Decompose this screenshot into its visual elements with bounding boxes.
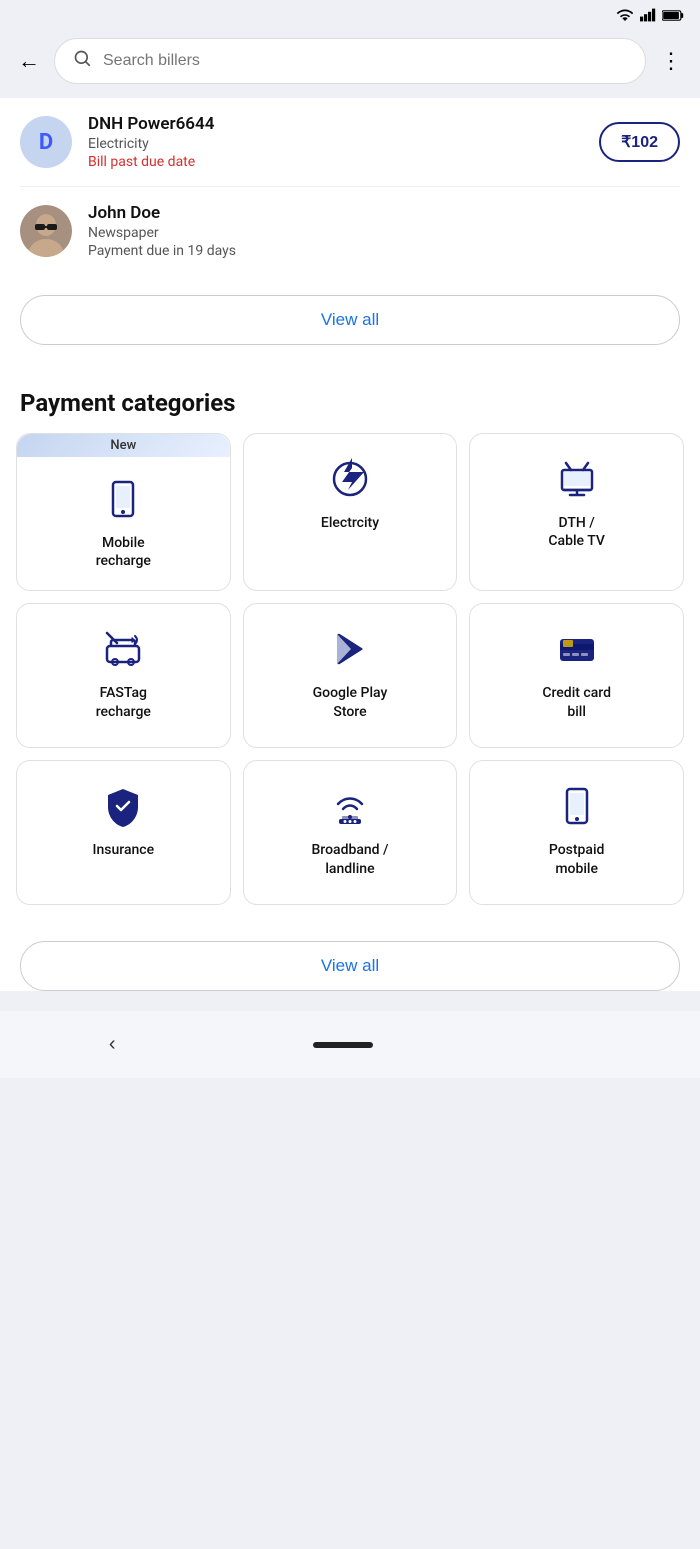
category-card-postpaid[interactable]: Postpaidmobile <box>469 760 684 905</box>
credit-card-icon <box>556 628 598 674</box>
view-all-categories-button[interactable]: View all <box>20 941 680 991</box>
biller-status-dnhpower: Bill past due date <box>88 154 583 170</box>
mobile-recharge-label: Mobilerecharge <box>96 534 151 570</box>
biller-info-dnhpower: DNH Power6644 Electricity Bill past due … <box>88 114 583 170</box>
section-title-categories: Payment categories <box>0 365 700 433</box>
credit-card-label: Credit cardbill <box>542 684 611 720</box>
dth-label: DTH /Cable TV <box>548 514 604 550</box>
broadband-label: Broadband /landline <box>311 841 388 877</box>
category-card-fastag[interactable]: FASTagrecharge <box>16 603 231 748</box>
avatar-dnhpower: D <box>20 116 72 168</box>
category-card-mobile-recharge[interactable]: New Mobilerecharge <box>16 433 231 591</box>
nav-home-pill[interactable] <box>313 1042 373 1048</box>
biller-type-dnhpower: Electricity <box>88 136 583 152</box>
search-icon <box>73 49 93 73</box>
category-card-dth[interactable]: DTH /Cable TV <box>469 433 684 591</box>
biller-status-johndoe: Payment due in 19 days <box>88 243 680 259</box>
new-badge: New <box>17 434 230 457</box>
category-card-google-play[interactable]: Google PlayStore <box>243 603 458 748</box>
biller-name-johndoe: John Doe <box>88 203 680 223</box>
fastag-icon <box>102 628 144 674</box>
biller-item-dnhpower[interactable]: D DNH Power6644 Electricity Bill past du… <box>0 98 700 186</box>
postpaid-icon <box>556 785 598 831</box>
status-bar <box>0 0 700 30</box>
electricity-label: Electrcity <box>321 514 379 532</box>
biller-info-johndoe: John Doe Newspaper Payment due in 19 day… <box>88 203 680 259</box>
signal-icon <box>640 8 656 26</box>
nav-back-button[interactable]: ‹ <box>89 1025 136 1064</box>
header: ← ⋮ <box>0 30 700 98</box>
category-card-insurance[interactable]: Insurance <box>16 760 231 905</box>
postpaid-label: Postpaidmobile <box>549 841 605 877</box>
category-card-broadband[interactable]: Broadband /landline <box>243 760 458 905</box>
google-play-label: Google PlayStore <box>313 684 388 720</box>
back-button[interactable]: ← <box>14 44 44 78</box>
main-content: D DNH Power6644 Electricity Bill past du… <box>0 98 700 991</box>
view-all-billers-button[interactable]: View all <box>20 295 680 345</box>
electricity-icon <box>329 458 371 504</box>
fastag-label: FASTagrecharge <box>96 684 151 720</box>
category-card-electricity[interactable]: Electrcity <box>243 433 458 591</box>
dth-icon <box>556 458 598 504</box>
category-card-credit-card[interactable]: Credit cardbill <box>469 603 684 748</box>
pay-button-dnhpower[interactable]: ₹102 <box>599 122 680 162</box>
google-play-icon <box>329 628 371 674</box>
biller-item-johndoe[interactable]: John Doe Newspaper Payment due in 19 day… <box>0 187 700 275</box>
insurance-icon <box>102 785 144 831</box>
insurance-label: Insurance <box>93 841 155 859</box>
bottom-nav: ‹ <box>0 1011 700 1078</box>
more-options-button[interactable]: ⋮ <box>656 44 686 78</box>
search-bar[interactable] <box>54 38 646 84</box>
categories-grid: New Mobilerecharge Electrcity <box>0 433 700 921</box>
broadband-icon <box>329 785 371 831</box>
mobile-recharge-icon <box>102 478 144 524</box>
wifi-icon <box>616 8 634 26</box>
search-input[interactable] <box>103 52 627 70</box>
battery-icon <box>662 9 684 26</box>
avatar-johndoe <box>20 205 72 257</box>
biller-type-johndoe: Newspaper <box>88 225 680 241</box>
biller-name-dnhpower: DNH Power6644 <box>88 114 583 134</box>
